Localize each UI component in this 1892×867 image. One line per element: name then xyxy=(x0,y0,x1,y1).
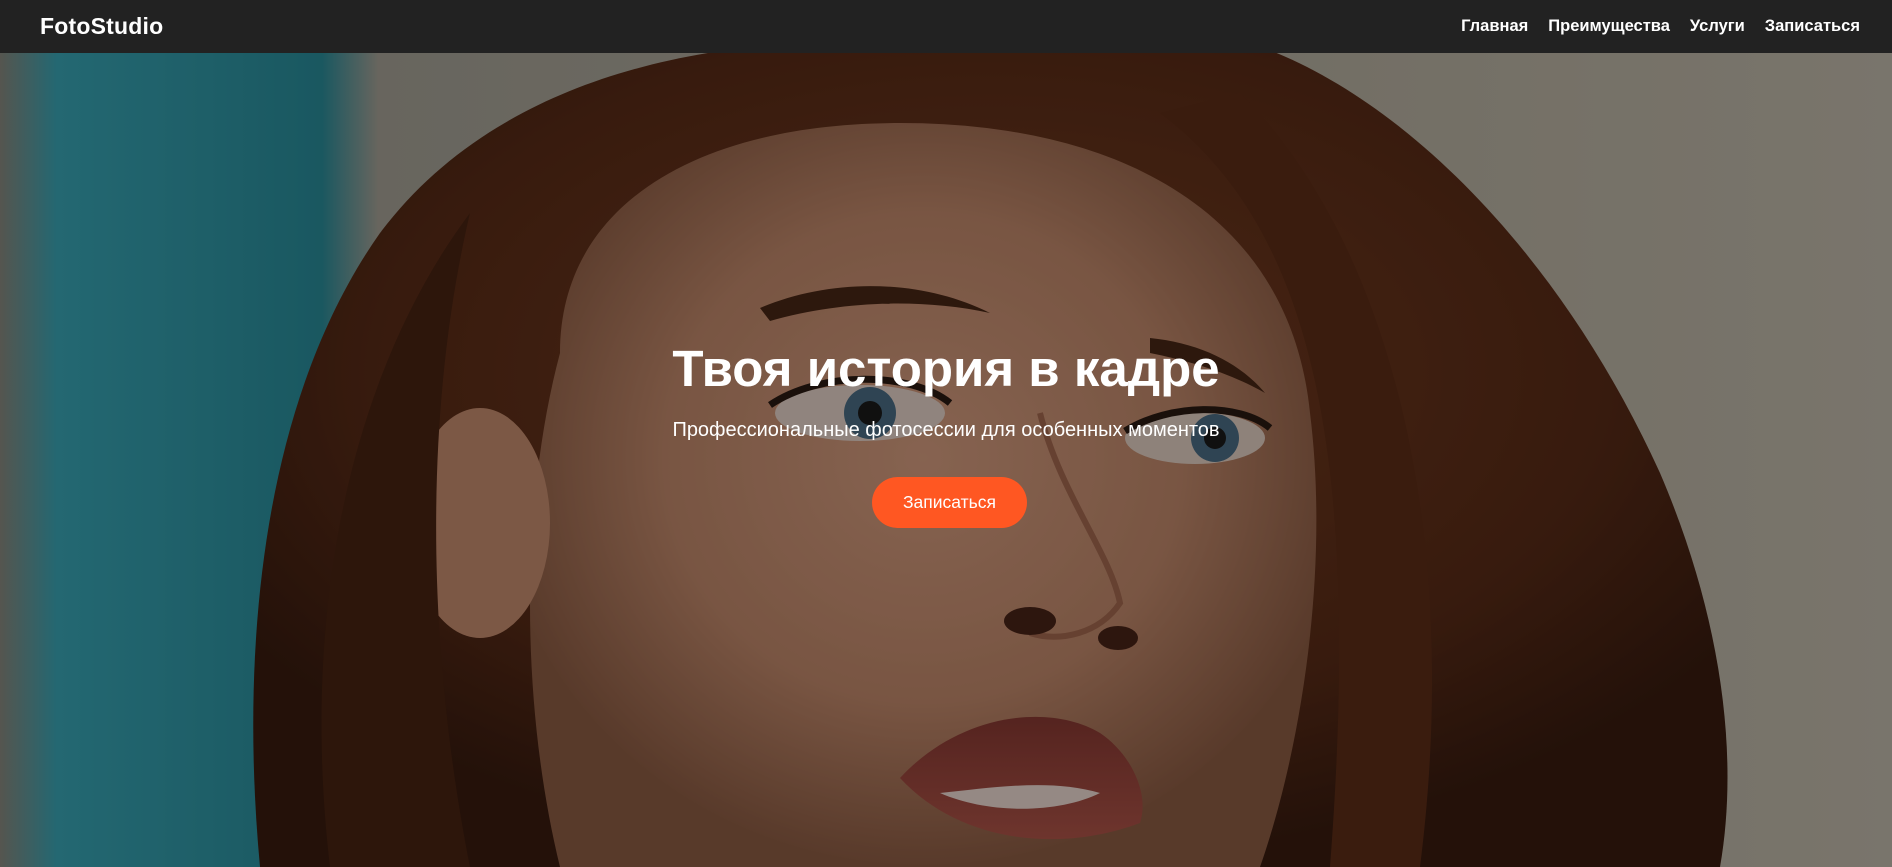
nav-link-home[interactable]: Главная xyxy=(1461,17,1528,36)
hero-section: Твоя история в кадре Профессиональные фо… xyxy=(0,53,1892,867)
nav-link-signup[interactable]: Записаться xyxy=(1765,17,1860,36)
logo[interactable]: FotoStudio xyxy=(40,13,163,40)
nav-link-advantages[interactable]: Преимущества xyxy=(1548,17,1670,36)
nav-links: Главная Преимущества Услуги Записаться xyxy=(1461,17,1860,36)
hero-content: Твоя история в кадре Профессиональные фо… xyxy=(0,53,1892,867)
nav-link-services[interactable]: Услуги xyxy=(1690,17,1745,36)
hero-title: Твоя история в кадре xyxy=(672,340,1220,397)
hero-subtitle: Профессиональные фотосессии для особенны… xyxy=(672,419,1220,441)
signup-button[interactable]: Записаться xyxy=(872,477,1027,528)
navbar: FotoStudio Главная Преимущества Услуги З… xyxy=(0,0,1892,53)
